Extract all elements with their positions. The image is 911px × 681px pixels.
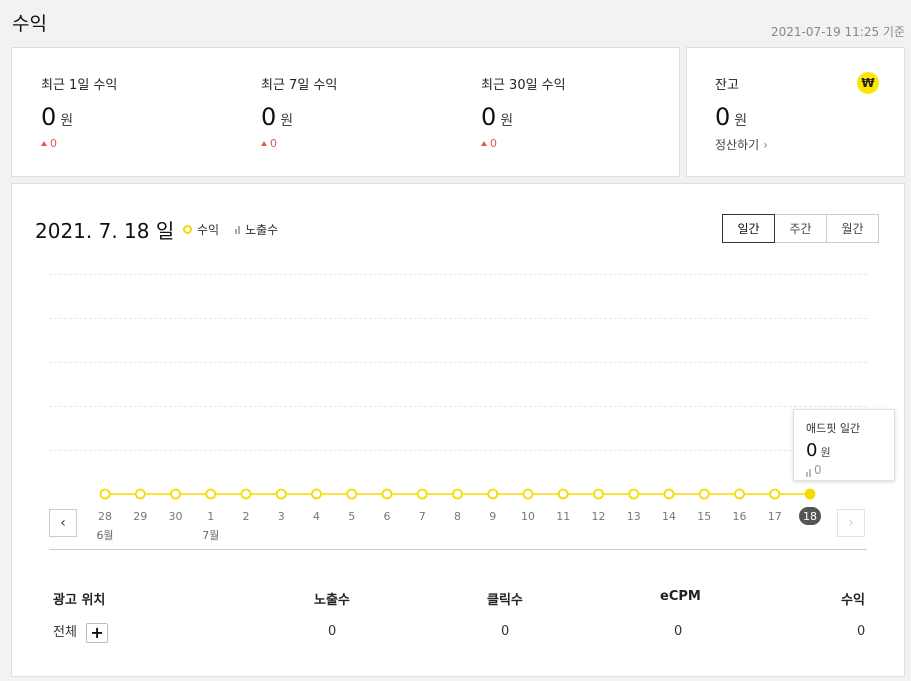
- x-tick-label[interactable]: 2: [231, 510, 261, 523]
- col-header-revenue: 수익: [841, 593, 865, 608]
- stat-unit: 원: [60, 113, 74, 129]
- chevron-left-icon: ‹: [60, 515, 66, 531]
- page-title: 수익: [12, 13, 47, 35]
- col-header-position: 광고 위치: [53, 593, 106, 608]
- stat-value: 0: [481, 103, 497, 131]
- x-tick-label[interactable]: 7: [407, 510, 437, 523]
- stat-1day: 최근 1일 수익 0 원 0: [41, 74, 117, 150]
- x-tick-label[interactable]: 3: [266, 510, 296, 523]
- data-point[interactable]: [170, 488, 181, 500]
- x-tick-label[interactable]: 9: [478, 510, 508, 523]
- timestamp: 2021-07-19 11:25 기준: [770, 25, 905, 39]
- expand-plus-button[interactable]: +: [86, 622, 109, 643]
- x-tick-label[interactable]: 5: [337, 510, 367, 523]
- x-tick-label[interactable]: 14: [654, 510, 684, 523]
- x-tick-label[interactable]: 12: [584, 510, 614, 523]
- selected-data-point[interactable]: [804, 488, 816, 500]
- chart-next-button[interactable]: ›: [837, 509, 865, 537]
- x-tick-label[interactable]: 29: [125, 510, 155, 523]
- x-tick-label[interactable]: 6: [372, 510, 402, 523]
- settle-link-label: 정산하기: [715, 138, 760, 152]
- tooltip-value: 0: [806, 440, 818, 461]
- stat-label: 최근 7일 수익: [261, 78, 338, 93]
- ecpm-cell: 0: [674, 624, 683, 639]
- impressions-icon: [806, 468, 811, 477]
- balance-stat: 잔고 0 원: [715, 74, 747, 131]
- data-point[interactable]: [557, 488, 569, 500]
- stat-unit: 원: [280, 113, 294, 129]
- x-tick-label[interactable]: 30: [161, 510, 191, 523]
- tooltip-impressions: 0: [806, 463, 882, 477]
- col-header-ecpm: eCPM: [660, 589, 701, 604]
- chart-prev-button[interactable]: ‹: [49, 509, 77, 537]
- chart-tooltip: 애드핏 일간 0 원 0: [793, 409, 895, 481]
- x-tick-label[interactable]: 10: [513, 510, 543, 523]
- data-point[interactable]: [275, 488, 287, 500]
- up-arrow-icon: [261, 141, 267, 146]
- balance-label: 잔고: [715, 78, 739, 93]
- data-point[interactable]: [416, 488, 428, 500]
- balance-value: 0: [715, 103, 731, 131]
- col-header-impressions: 노출수: [314, 593, 350, 608]
- x-tick-label[interactable]: 16: [725, 510, 755, 523]
- data-point[interactable]: [487, 488, 499, 500]
- tab-daily[interactable]: 일간: [722, 214, 775, 243]
- data-point[interactable]: [593, 488, 604, 500]
- x-month-label: 7월: [202, 529, 220, 542]
- data-point[interactable]: [452, 488, 463, 500]
- data-point[interactable]: [346, 488, 358, 500]
- stat-value: 0: [261, 103, 277, 131]
- x-tick-label[interactable]: 1: [196, 510, 226, 523]
- stat-delta: 0: [481, 137, 566, 150]
- data-point[interactable]: [99, 488, 111, 500]
- data-point[interactable]: [663, 488, 675, 500]
- clicks-cell: 0: [501, 624, 510, 639]
- data-point[interactable]: [240, 488, 252, 500]
- data-point[interactable]: [311, 488, 322, 500]
- x-tick-label[interactable]: 17: [760, 510, 790, 523]
- chevron-right-icon: ›: [763, 137, 768, 152]
- up-arrow-icon: [481, 141, 487, 146]
- balance-card: 잔고 0 원 ₩ 정산하기 ›: [686, 47, 905, 177]
- balance-unit: 원: [734, 113, 748, 129]
- data-point[interactable]: [734, 488, 745, 500]
- impressions-cell: 0: [328, 624, 337, 639]
- tooltip-title: 애드핏 일간: [806, 422, 861, 435]
- x-tick-selected[interactable]: 18: [799, 507, 821, 525]
- stat-30day: 최근 30일 수익 0 원 0: [481, 74, 566, 150]
- x-tick-label[interactable]: 4: [302, 510, 332, 523]
- stat-7day: 최근 7일 수익 0 원 0: [261, 74, 337, 150]
- revenue-summary-card: 최근 1일 수익 0 원 0 최근 7일 수익 0 원 0 최근 30일 수익 …: [11, 47, 680, 177]
- x-month-label: 6월: [96, 529, 114, 542]
- data-point[interactable]: [522, 488, 534, 500]
- data-point[interactable]: [769, 488, 781, 500]
- x-tick-label[interactable]: 8: [443, 510, 473, 523]
- chevron-right-icon: ›: [848, 515, 854, 531]
- tooltip-unit: 원: [820, 446, 831, 459]
- x-tick-label[interactable]: 15: [689, 510, 719, 523]
- stat-value: 0: [41, 103, 57, 131]
- stat-unit: 원: [500, 113, 514, 129]
- stat-label: 최근 30일 수익: [481, 78, 566, 93]
- position-cell: 전체: [53, 625, 77, 640]
- data-point[interactable]: [205, 488, 217, 500]
- chart-card: 2021. 7. 18 일 수익 노출수 일간 주간 월간 28 29 30 1 2 3 4…: [11, 183, 905, 677]
- up-arrow-icon: [41, 141, 47, 146]
- data-point[interactable]: [698, 488, 710, 500]
- x-tick-label[interactable]: 11: [548, 510, 578, 523]
- x-tick-label[interactable]: 28: [90, 510, 120, 523]
- stat-label: 최근 1일 수익: [41, 78, 118, 93]
- revenue-cell: 0: [857, 624, 866, 639]
- won-icon: ₩: [857, 72, 879, 94]
- stat-delta: 0: [261, 137, 337, 150]
- chart-divider: [49, 549, 867, 550]
- table-row: 전체 +: [53, 621, 109, 643]
- col-header-clicks: 클릭수: [487, 593, 523, 608]
- settle-link[interactable]: 정산하기 ›: [715, 136, 768, 153]
- data-point[interactable]: [134, 488, 146, 500]
- data-point[interactable]: [628, 488, 640, 500]
- stat-delta: 0: [41, 137, 117, 150]
- data-point[interactable]: [381, 488, 393, 500]
- x-tick-label[interactable]: 13: [619, 510, 649, 523]
